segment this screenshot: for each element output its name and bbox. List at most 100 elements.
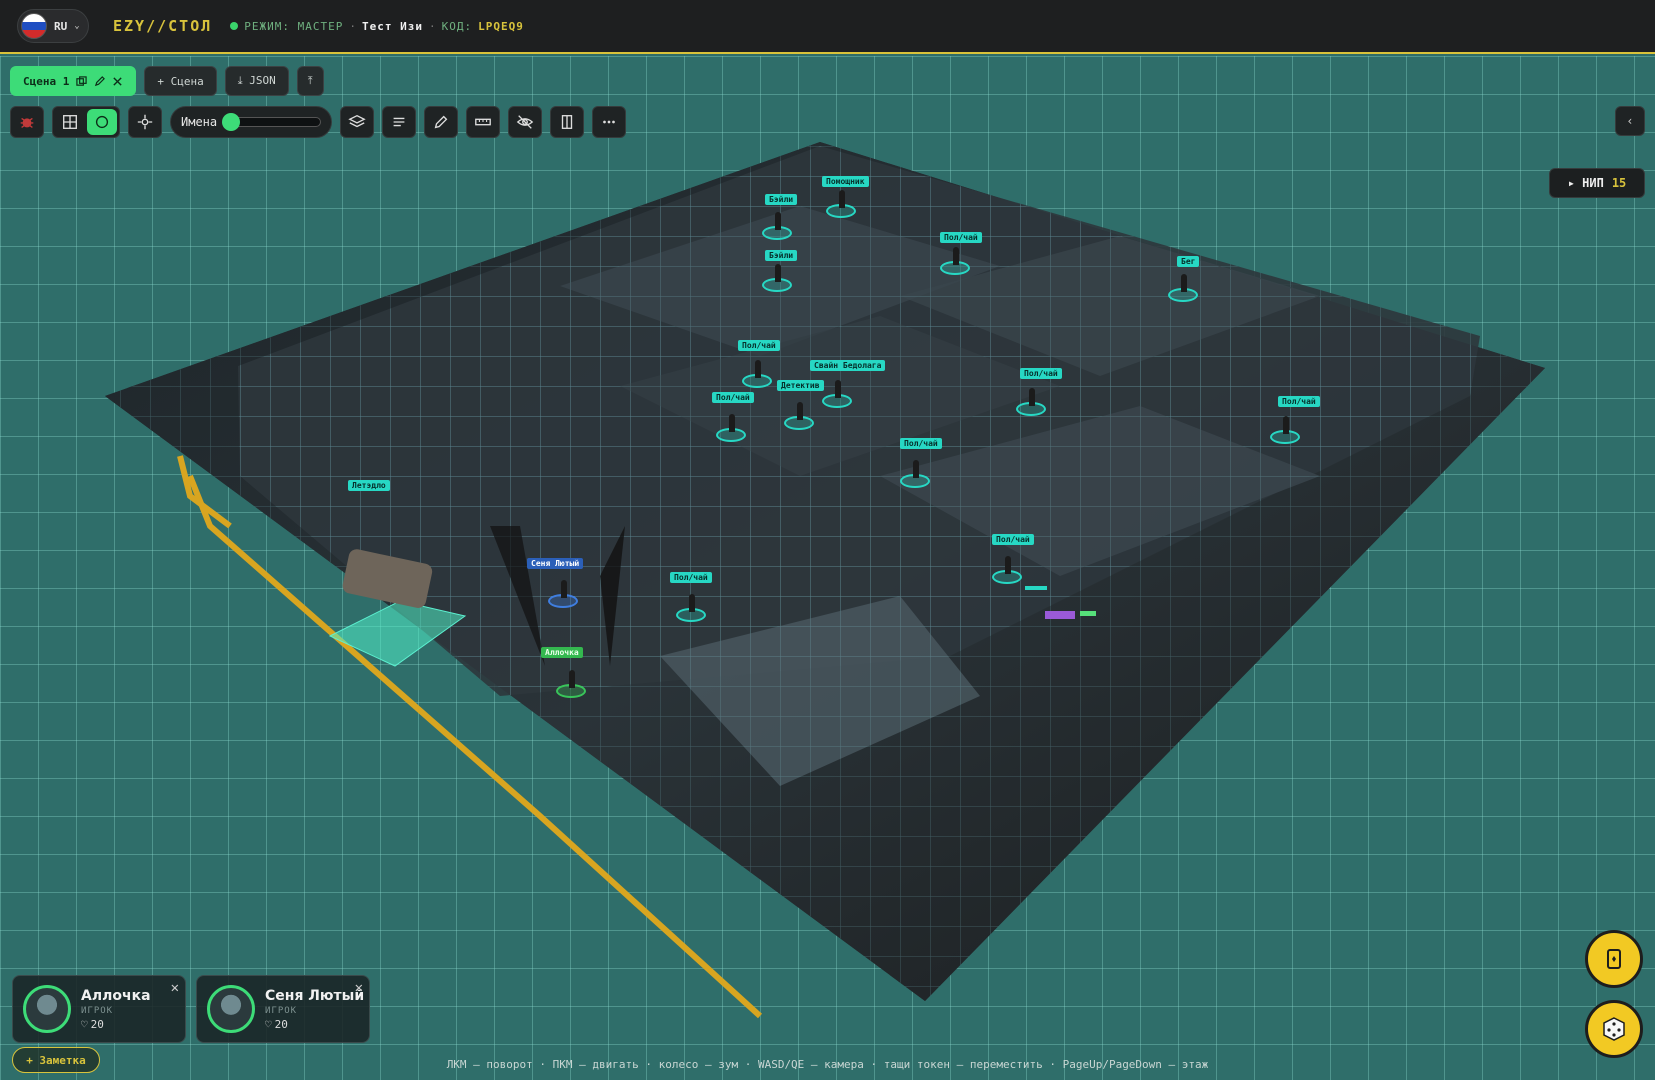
close-icon[interactable]: ✕ (355, 980, 363, 996)
pencil-icon[interactable] (94, 75, 106, 87)
russia-flag-icon (21, 13, 47, 39)
npc-token[interactable] (1270, 416, 1300, 444)
token-label: Пол/чай (992, 534, 1034, 545)
align-button[interactable] (382, 106, 416, 138)
layers-icon (348, 114, 366, 128)
layers-button[interactable] (340, 106, 374, 138)
door-button[interactable] (550, 106, 584, 138)
copy-icon[interactable] (76, 75, 88, 87)
lines-icon (393, 117, 405, 127)
player-card[interactable]: Аллочка ИГРОК ♡ 20 ✕ (12, 975, 186, 1043)
npc-token[interactable] (826, 190, 856, 218)
add-scene-button[interactable]: + Сцена (144, 66, 217, 96)
more-button[interactable] (592, 106, 626, 138)
token-label: Помощник (822, 176, 869, 187)
npc-count: 15 (1611, 176, 1627, 190)
cube-icon (95, 115, 109, 129)
scene-tabs: Сцена 1 + Сцена ⤓ JSON ⤒ (10, 66, 324, 96)
token-label: Бэйли (765, 194, 798, 205)
more-icon (603, 120, 615, 124)
player-hp: ♡ 20 (265, 1018, 364, 1031)
language-code: RU (54, 19, 68, 33)
npc-token[interactable] (1168, 274, 1198, 302)
token-label: Пол/чай (712, 392, 754, 403)
names-slider-label: Имена (181, 115, 218, 129)
token-label: Пол/чай (940, 232, 982, 243)
eye-off-icon (516, 115, 534, 129)
token-label: Свайн Бедолага (810, 360, 886, 371)
scene-viewport[interactable]: Помощник Бэйли Бэйли Пол/чай Пол/чай Пол… (0, 56, 1655, 1080)
grid-icon (63, 115, 77, 129)
card-icon (1607, 949, 1621, 969)
dice-roll-button[interactable] (1585, 1000, 1643, 1058)
chevron-down-icon: ⌄ (74, 21, 80, 31)
upload-button[interactable]: ⤒ (296, 66, 324, 96)
player-card[interactable]: Сеня Лютый ИГРОК ♡ 20 ✕ (196, 975, 370, 1043)
npc-token[interactable] (716, 414, 746, 442)
npc-token[interactable] (900, 460, 930, 488)
player-label: Аллочка (541, 647, 583, 658)
player-hp: ♡ 20 (81, 1018, 151, 1031)
grid-view-button[interactable] (55, 109, 85, 135)
player-role: ИГРОК (81, 1005, 114, 1016)
bug-tool-button[interactable] (10, 106, 44, 138)
session-name: Тест Изи (362, 19, 423, 33)
app-logo: EZY//СТОЛ (113, 17, 213, 35)
crosshair-icon (137, 114, 153, 130)
hp-value: 20 (90, 1017, 104, 1031)
npc-token[interactable] (940, 247, 970, 275)
npc-token[interactable] (676, 594, 706, 622)
heart-icon: ♡ (81, 1017, 88, 1031)
controls-hint: ЛКМ — поворот · ПКМ — двигать · колесо —… (446, 1058, 1209, 1071)
npc-token[interactable] (784, 402, 814, 430)
door-icon (561, 115, 573, 129)
close-icon[interactable]: ✕ (171, 980, 179, 996)
slider-track[interactable] (222, 113, 321, 131)
toolbar: Имена (10, 106, 626, 138)
token-label: Бег (1177, 256, 1200, 267)
measure-button[interactable] (466, 106, 500, 138)
npc-token[interactable] (742, 360, 772, 388)
collapse-panel-button[interactable]: ‹ (1615, 106, 1645, 136)
draw-button[interactable] (424, 106, 458, 138)
hero-token[interactable] (548, 580, 578, 608)
export-json-button[interactable]: ⤓ JSON (224, 66, 289, 96)
scene-tab-label: Сцена 1 (23, 74, 70, 88)
npc-token[interactable] (822, 380, 852, 408)
vehicle-label: Летэдло (348, 480, 390, 491)
heart-icon: ♡ (265, 1017, 272, 1031)
bug-icon (20, 117, 34, 128)
3d-view-button[interactable] (87, 109, 117, 135)
npc-token[interactable] (762, 212, 792, 240)
dice-icon (1603, 1017, 1625, 1041)
names-slider[interactable]: Имена (170, 106, 332, 138)
ruler-icon (475, 118, 491, 126)
card-deck-button[interactable] (1585, 930, 1643, 988)
chevron-left-icon: ‹ (1626, 114, 1634, 128)
fog-toggle-button[interactable] (508, 106, 542, 138)
player-token[interactable] (556, 670, 586, 698)
mode-indicator: РЕЖИМ: МАСТЕР (244, 19, 344, 33)
tab-scene-1[interactable]: Сцена 1 (10, 66, 137, 96)
session-code[interactable]: LPQEQ9 (478, 20, 524, 33)
slider-handle[interactable] (222, 113, 241, 131)
npc-token[interactable] (762, 264, 792, 292)
hp-value: 20 (274, 1017, 288, 1031)
npc-token[interactable] (992, 556, 1022, 584)
token-label: Пол/чай (1020, 368, 1062, 379)
close-icon[interactable] (112, 76, 123, 87)
token-label: Пол/чай (670, 572, 712, 583)
view-toggle-group (52, 106, 120, 138)
token-label: Пол/чай (900, 438, 942, 449)
avatar (23, 985, 71, 1033)
status-dot (230, 22, 239, 30)
hero-label: Сеня Лютый (527, 558, 584, 569)
npc-token[interactable] (1016, 388, 1046, 416)
token-label: Бэйли (765, 250, 798, 261)
player-name: Аллочка (81, 987, 151, 1004)
code-label: КОД: (441, 19, 473, 33)
token-label: Пол/чай (738, 340, 780, 351)
npc-panel-button[interactable]: ▸ НИП 15 (1549, 168, 1645, 198)
language-selector[interactable]: RU ⌄ (17, 9, 89, 43)
center-view-button[interactable] (128, 106, 162, 138)
